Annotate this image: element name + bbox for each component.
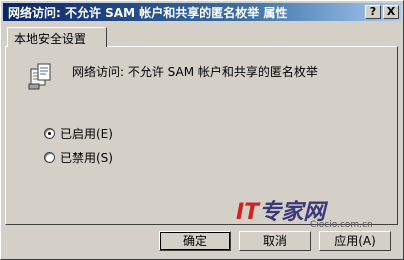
tab-local-security-setting[interactable]: 本地安全设置 bbox=[7, 27, 107, 47]
policy-name: 网络访问: 不允许 SAM 帐户和共享的匿名枚举 bbox=[72, 65, 318, 79]
security-policy-icon bbox=[28, 61, 56, 91]
title-bar[interactable]: 网络访问: 不允许 SAM 帐户和共享的匿名枚举 属性 ? X bbox=[3, 3, 401, 21]
tab-panel: 网络访问: 不允许 SAM 帐户和共享的匿名枚举 已启用(E) 已禁用(S) bbox=[5, 46, 398, 225]
properties-dialog: 网络访问: 不允许 SAM 帐户和共享的匿名枚举 属性 ? X 本地安全设置 网… bbox=[0, 0, 404, 260]
help-button[interactable]: ? bbox=[365, 5, 381, 19]
disabled-label[interactable]: 已禁用(S) bbox=[60, 149, 113, 166]
apply-button[interactable]: 应用(A) bbox=[319, 231, 391, 251]
cancel-button[interactable]: 取消 bbox=[239, 231, 311, 251]
window-title: 网络访问: 不允许 SAM 帐户和共享的匿名枚举 属性 bbox=[8, 5, 288, 20]
ok-button[interactable]: 确定 bbox=[159, 231, 231, 251]
disabled-radio[interactable] bbox=[44, 152, 55, 163]
enabled-option[interactable]: 已启用(E) bbox=[44, 125, 113, 142]
enabled-radio[interactable] bbox=[44, 128, 55, 139]
close-button[interactable]: X bbox=[383, 5, 399, 19]
enabled-label[interactable]: 已启用(E) bbox=[60, 125, 113, 142]
disabled-option[interactable]: 已禁用(S) bbox=[44, 149, 113, 166]
